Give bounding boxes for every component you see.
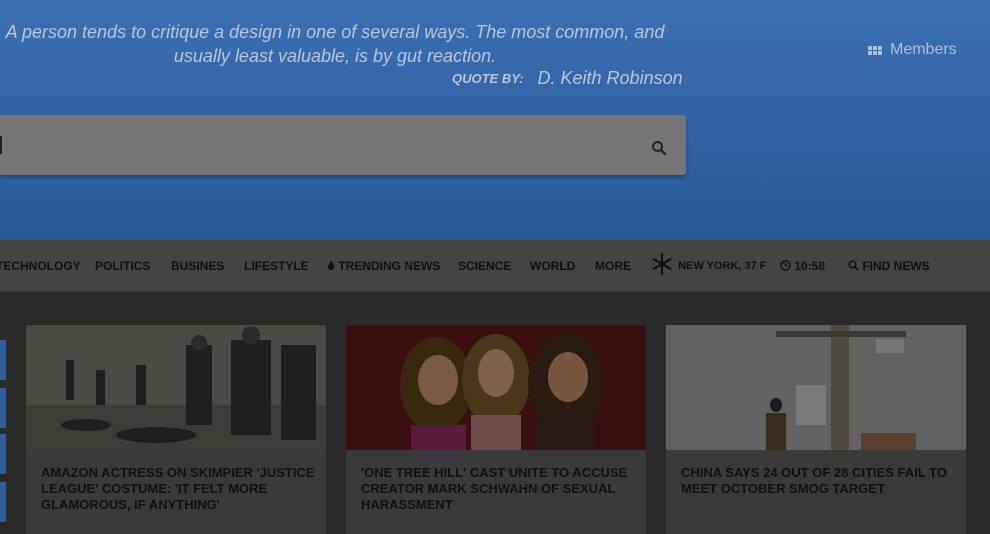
news-card[interactable]: 'ONE TREE HILL' CAST UNITE TO ACCUSE CRE… xyxy=(346,325,646,534)
nav-item-more[interactable]: MORE xyxy=(595,240,631,292)
quote-text: A person tends to critique a design in o… xyxy=(5,22,665,66)
weather-text: NEW YORK, 37 F xyxy=(678,260,767,272)
article-image[interactable] xyxy=(346,325,646,450)
clock-widget: 10:58 xyxy=(780,240,825,292)
find-news-link[interactable]: FIND NEWS xyxy=(848,240,930,292)
quote-author: D. Keith Robinson xyxy=(537,67,683,88)
clock-time: 10:58 xyxy=(794,259,826,273)
weather-widget: NEW YORK, 37 F xyxy=(651,240,767,292)
members-label: Members xyxy=(890,41,957,58)
side-tab[interactable] xyxy=(0,482,6,522)
nav-item-politics[interactable]: POLITICS xyxy=(95,240,150,292)
snowflake-icon xyxy=(652,253,672,275)
side-tab[interactable] xyxy=(0,434,6,474)
quote-attribution: QUOTE BY: D. Keith Robinson xyxy=(452,66,683,90)
find-news-label: FIND NEWS xyxy=(862,259,930,273)
text-cursor xyxy=(0,136,2,154)
side-tab[interactable] xyxy=(0,388,6,428)
article-image[interactable] xyxy=(666,325,966,450)
cast-photo-image xyxy=(346,325,646,450)
article-title[interactable]: AMAZON ACTRESS ON SKIMPIER 'JUSTICE LEAG… xyxy=(41,465,316,513)
article-title[interactable]: CHINA SAYS 24 OUT OF 28 CITIES FAIL TO M… xyxy=(681,465,956,497)
search-input[interactable] xyxy=(0,115,630,175)
nav-item-label: TRENDING NEWS xyxy=(338,259,441,273)
nav-item-world[interactable]: WORLD xyxy=(530,240,575,292)
members-link[interactable]: Members xyxy=(868,40,957,60)
search-bar xyxy=(0,115,686,175)
article-title[interactable]: 'ONE TREE HILL' CAST UNITE TO ACCUSE CRE… xyxy=(361,465,636,513)
nav-item-lifestyle[interactable]: LIFESTYLE xyxy=(244,240,309,292)
main-nav: TECHNOLOGY POLITICS BUSINES LIFESTYLE TR… xyxy=(0,240,990,292)
search-icon[interactable] xyxy=(651,140,667,156)
news-card[interactable]: AMAZON ACTRESS ON SKIMPIER 'JUSTICE LEAG… xyxy=(26,325,326,534)
battle-scene-image xyxy=(26,325,326,450)
nav-item-trending-news[interactable]: TRENDING NEWS xyxy=(327,240,440,292)
flame-icon xyxy=(328,260,334,270)
nav-item-science[interactable]: SCIENCE xyxy=(458,240,511,292)
side-tab[interactable] xyxy=(0,340,6,380)
quote-by-label: QUOTE BY: xyxy=(452,70,524,86)
article-image[interactable] xyxy=(26,325,326,450)
clock-icon xyxy=(780,260,791,271)
smog-scene-image xyxy=(666,325,966,450)
grid-icon xyxy=(868,45,882,55)
search-icon xyxy=(848,260,859,271)
news-card[interactable]: CHINA SAYS 24 OUT OF 28 CITIES FAIL TO M… xyxy=(666,325,966,534)
nav-item-business[interactable]: BUSINES xyxy=(171,240,224,292)
nav-item-technology[interactable]: TECHNOLOGY xyxy=(0,240,81,292)
